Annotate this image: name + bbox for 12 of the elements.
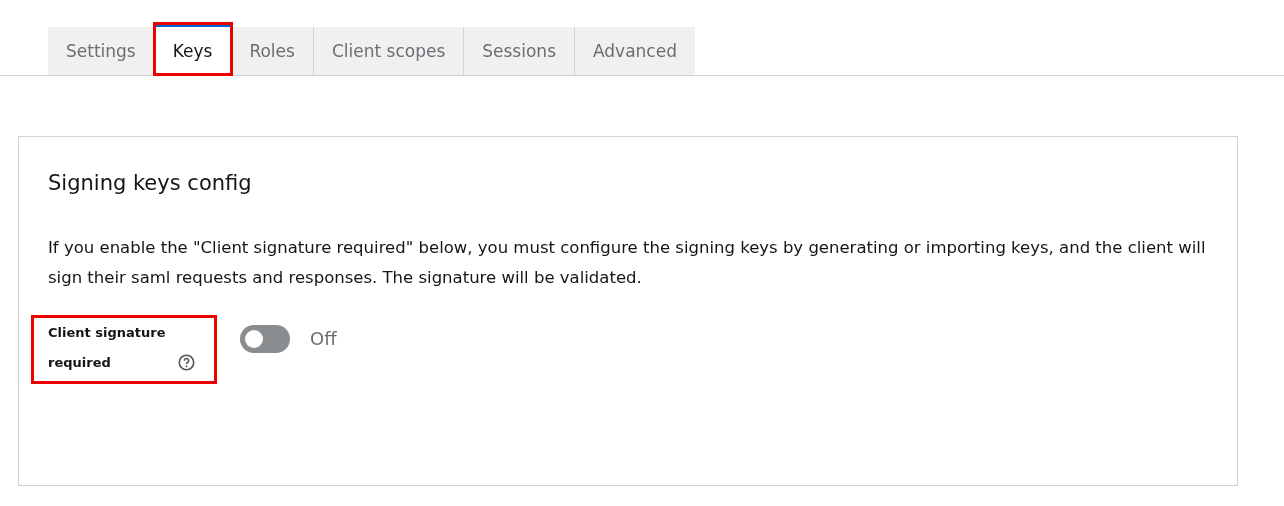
label-text: Client signature required: [48, 324, 167, 372]
tab[interactable]: Keys: [154, 24, 232, 74]
tab[interactable]: Settings: [48, 27, 155, 75]
toggle-switch[interactable]: [240, 325, 290, 353]
tab[interactable]: Client scopes: [313, 27, 465, 75]
description-text: If you enable the "Client signature required" below, you must configure the signing keys by generating or importing keys, and the client will sign their saml requests and responses. The signature will be validated.: [48, 237, 1207, 289]
help-icon[interactable]: [178, 354, 195, 371]
toggle-state: Off: [310, 327, 337, 351]
card-title: Signing keys config: [48, 171, 253, 195]
tab[interactable]: Sessions: [464, 27, 575, 75]
tab[interactable]: Roles: [231, 27, 314, 75]
tab[interactable]: Advanced: [575, 27, 695, 75]
